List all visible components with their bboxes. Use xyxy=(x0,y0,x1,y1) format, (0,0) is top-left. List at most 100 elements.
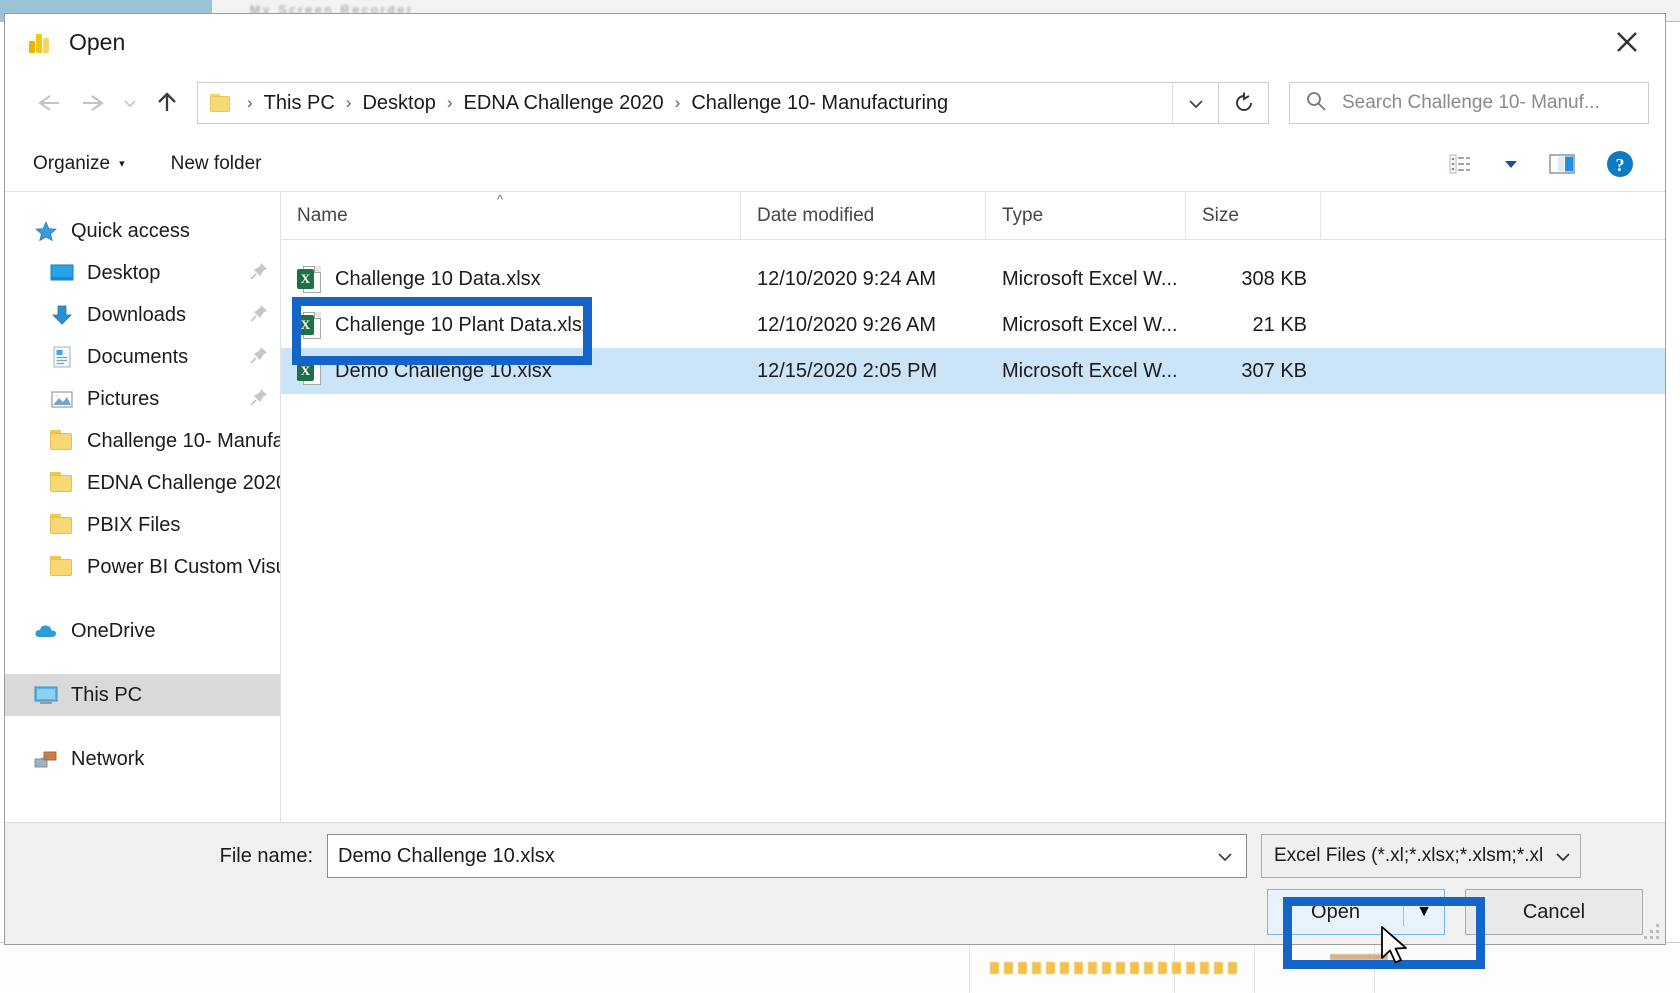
column-header-label: Size xyxy=(1202,205,1239,227)
column-header-date-modified[interactable]: Date modified xyxy=(741,192,986,240)
resize-grip[interactable] xyxy=(1644,924,1660,940)
sidebar-item-label: Challenge 10- Manufacturing xyxy=(87,430,280,453)
sidebar-item-label: Desktop xyxy=(87,262,160,285)
computer-icon xyxy=(33,683,59,707)
sidebar-item-onedrive[interactable]: OneDrive xyxy=(5,610,280,652)
file-list-rows: X Challenge 10 Data.xlsx 12/10/2020 9:24… xyxy=(281,240,1665,822)
sidebar-item-downloads[interactable]: Downloads xyxy=(5,294,280,336)
file-name-label: File name: xyxy=(5,845,327,868)
recent-locations-chevron-down-icon[interactable] xyxy=(115,81,145,125)
sidebar-item-challenge-10-manufacturing[interactable]: Challenge 10- Manufacturing xyxy=(5,420,280,462)
column-header-type[interactable]: Type xyxy=(986,192,1186,240)
search-input[interactable]: Search Challenge 10- Manuf... xyxy=(1289,82,1649,124)
file-date-cell: 12/15/2020 2:05 PM xyxy=(741,360,986,383)
help-icon[interactable]: ? xyxy=(1593,142,1647,186)
new-folder-label: New folder xyxy=(171,153,262,175)
file-name-chevron-down-icon[interactable] xyxy=(1204,835,1246,877)
folder-icon xyxy=(49,555,75,579)
excel-file-icon: X xyxy=(297,358,321,385)
file-name-input[interactable]: Demo Challenge 10.xlsx xyxy=(327,834,1247,878)
sidebar-item-this-pc[interactable]: This PC xyxy=(5,674,280,716)
network-icon xyxy=(33,747,59,771)
chevron-down-icon: ▾ xyxy=(119,157,125,170)
new-folder-button[interactable]: New folder xyxy=(171,153,262,175)
pin-icon[interactable] xyxy=(248,260,270,287)
sidebar-item-power-bi-custom-visuals[interactable]: Power BI Custom Visuals xyxy=(5,546,280,588)
up-arrow-icon[interactable] xyxy=(145,81,189,125)
column-header-label: Date modified xyxy=(757,205,874,227)
pin-icon[interactable] xyxy=(248,386,270,413)
folder-icon xyxy=(49,429,75,453)
preview-pane-icon[interactable] xyxy=(1535,142,1589,186)
open-file-dialog: Open xyxy=(4,13,1666,945)
document-icon xyxy=(49,345,75,369)
background-cell xyxy=(70,943,970,993)
file-type-cell: Microsoft Excel W... xyxy=(986,360,1186,383)
sidebar-item-label: OneDrive xyxy=(71,620,155,643)
forward-arrow-icon[interactable] xyxy=(71,81,115,125)
breadcrumb-separator: › xyxy=(666,93,690,113)
file-list-header: Name ^ Date modified Type Size xyxy=(281,192,1665,240)
file-date-cell: 12/10/2020 9:26 AM xyxy=(741,314,986,337)
file-date-cell: 12/10/2020 9:24 AM xyxy=(741,268,986,291)
file-size-cell: 21 KB xyxy=(1186,314,1321,337)
table-row[interactable]: X Challenge 10 Plant Data.xlsx 12/10/202… xyxy=(281,302,1665,348)
column-header-name[interactable]: Name ^ xyxy=(281,192,741,240)
search-icon xyxy=(1304,89,1328,118)
sidebar-item-label: This PC xyxy=(71,684,142,707)
sidebar-item-quick-access[interactable]: Quick access xyxy=(5,210,280,252)
breadcrumb-separator: › xyxy=(337,93,361,113)
dialog-footer: File name: Demo Challenge 10.xlsx Excel … xyxy=(5,822,1665,944)
sidebar-item-network[interactable]: Network xyxy=(5,738,280,780)
star-icon xyxy=(33,219,59,243)
open-button[interactable]: Open ▼ xyxy=(1267,889,1445,935)
sidebar-item-documents[interactable]: Documents xyxy=(5,336,280,378)
file-type-cell: Microsoft Excel W... xyxy=(986,314,1186,337)
pin-icon[interactable] xyxy=(248,344,270,371)
background-bottom-strip xyxy=(0,942,1680,992)
view-options-icon[interactable] xyxy=(1433,142,1487,186)
file-name-cell: X Challenge 10 Data.xlsx xyxy=(281,266,741,293)
back-arrow-icon[interactable] xyxy=(27,81,71,125)
sidebar-item-edna-challenge-2020[interactable]: EDNA Challenge 2020 xyxy=(5,462,280,504)
sidebar-item-pictures[interactable]: Pictures xyxy=(5,378,280,420)
breadcrumb-item-challenge-10-manufacturing[interactable]: Challenge 10- Manufacturing xyxy=(689,92,950,115)
organize-button[interactable]: Organize ▾ xyxy=(33,153,125,175)
search-placeholder: Search Challenge 10- Manuf... xyxy=(1342,92,1600,114)
sidebar-item-label: Power BI Custom Visuals xyxy=(87,556,280,579)
sidebar-item-pbix-files[interactable]: PBIX Files xyxy=(5,504,280,546)
breadcrumb-item-edna-challenge-2020[interactable]: EDNA Challenge 2020 xyxy=(462,92,666,115)
file-type-filter-select[interactable]: Excel Files (*.xl;*.xlsx;*.xlsm;*.xl xyxy=(1261,834,1581,878)
view-dropdown-chevron-down-icon[interactable] xyxy=(1491,142,1531,186)
close-icon[interactable] xyxy=(1589,14,1665,70)
file-type-chevron-down-icon[interactable] xyxy=(1546,850,1580,863)
file-name-text: Demo Challenge 10.xlsx xyxy=(335,360,552,383)
excel-file-icon: X xyxy=(297,312,321,339)
sort-ascending-icon: ^ xyxy=(497,192,503,207)
sidebar-item-label: Quick access xyxy=(71,220,190,243)
refresh-icon[interactable] xyxy=(1219,82,1269,124)
cancel-button[interactable]: Cancel xyxy=(1465,889,1643,935)
file-name-text: Challenge 10 Data.xlsx xyxy=(335,268,541,291)
sidebar-item-desktop[interactable]: Desktop xyxy=(5,252,280,294)
file-name-cell: X Demo Challenge 10.xlsx xyxy=(281,358,741,385)
sidebar-item-label: Documents xyxy=(87,346,188,369)
file-size-cell: 307 KB xyxy=(1186,360,1321,383)
file-name-text: Challenge 10 Plant Data.xlsx xyxy=(335,314,592,337)
file-type-cell: Microsoft Excel W... xyxy=(986,268,1186,291)
breadcrumb-item-desktop[interactable]: Desktop xyxy=(360,92,437,115)
breadcrumb: › This PC › Desktop › EDNA Challenge 202… xyxy=(238,92,950,115)
pin-icon[interactable] xyxy=(248,302,270,329)
breadcrumb-separator: › xyxy=(438,93,462,113)
table-row[interactable]: X Challenge 10 Data.xlsx 12/10/2020 9:24… xyxy=(281,256,1665,302)
address-bar[interactable]: › This PC › Desktop › EDNA Challenge 202… xyxy=(197,82,1219,124)
address-dropdown-chevron-down-icon[interactable] xyxy=(1172,83,1218,123)
excel-file-icon: X xyxy=(297,266,321,293)
breadcrumb-separator: › xyxy=(238,93,262,113)
breadcrumb-item-this-pc[interactable]: This PC xyxy=(262,92,337,115)
column-header-size[interactable]: Size xyxy=(1186,192,1321,240)
sidebar-item-label: Network xyxy=(71,748,144,771)
column-header-label: Name xyxy=(297,205,348,227)
table-row[interactable]: X Demo Challenge 10.xlsx 12/15/2020 2:05… xyxy=(281,348,1665,394)
background-yellow-bars xyxy=(990,962,1240,974)
